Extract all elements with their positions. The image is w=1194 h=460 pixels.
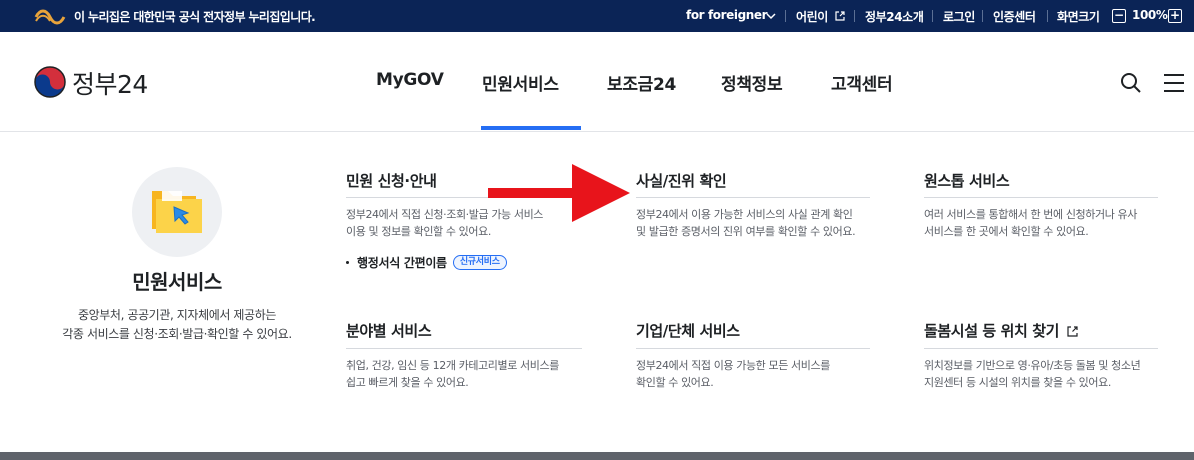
divider (346, 348, 582, 349)
section-description: 취업, 건강, 임신 등 12개 카테고리별로 서비스를 쉽고 빠르게 찾을 수… (346, 357, 586, 391)
civil-apply-guide-link[interactable]: 민원 신청·안내 (346, 170, 437, 191)
desc-line: 여러 서비스를 통합해서 한 번에 신청하거나 유사 (924, 208, 1137, 221)
nav-policy-info[interactable]: 정책정보 (721, 70, 783, 95)
fact-authenticity-check-link[interactable]: 사실/진위 확인 (636, 170, 727, 191)
desc-line: 확인할 수 있어요. (636, 376, 714, 389)
external-link-icon (835, 11, 845, 21)
external-link-icon (1067, 326, 1078, 337)
section-title-label: 돌봄시설 등 위치 찾기 (924, 322, 1060, 340)
desc-line: 취업, 건강, 임신 등 12개 카테고리별로 서비스를 (346, 359, 559, 372)
business-org-service-link[interactable]: 기업/단체 서비스 (636, 320, 740, 341)
government-mark-icon (34, 9, 66, 25)
zoom-in-button[interactable]: + (1168, 9, 1182, 23)
care-facility-locator-link[interactable]: 돌봄시설 등 위치 찾기 (924, 320, 1078, 341)
one-stop-service-link[interactable]: 원스톱 서비스 (924, 170, 1010, 191)
for-foreigner-link[interactable]: for foreigner (686, 8, 768, 22)
site-logo-text[interactable]: 정부24 (72, 65, 148, 101)
active-nav-indicator (481, 126, 581, 130)
section-description: 정부24에서 이용 가능한 서비스의 사실 관계 확인 및 발급한 증명서의 진… (636, 206, 886, 240)
screen-size-label: 화면크기 (1057, 10, 1100, 24)
bullet-icon (346, 261, 349, 264)
nav-civil-service[interactable]: 민원서비스 (482, 70, 559, 95)
folder-cursor-icon (152, 191, 202, 233)
sub-link-label: 행정서식 간편이름 (357, 256, 447, 270)
zoom-level: 100% (1132, 8, 1168, 22)
desc-line: 정부24에서 이용 가능한 서비스의 사실 관계 확인 (636, 208, 853, 221)
divider (854, 10, 855, 22)
section-description: 여러 서비스를 통합해서 한 번에 신청하거나 유사 서비스를 한 곳에서 확인… (924, 206, 1174, 240)
section-description: 위치정보를 기반으로 영·유아/초등 돌봄 및 청소년 지원센터 등 시설의 위… (924, 357, 1184, 391)
desc-line: 쉽고 빠르게 찾을 수 있어요. (346, 376, 469, 389)
page-footer-strip (0, 452, 1194, 460)
nav-mygov[interactable]: MyGOV (376, 70, 444, 90)
search-icon[interactable] (1120, 72, 1142, 94)
menu-description: 중앙부처, 공공기관, 지자체에서 제공하는 각종 서비스를 신청·조회·발급·… (0, 306, 354, 344)
divider (924, 348, 1158, 349)
divider (1047, 10, 1048, 22)
menu-illustration (132, 167, 222, 257)
official-site-notice: 이 누리집은 대한민국 공식 전자정부 누리집입니다. (74, 10, 316, 24)
menu-desc-line: 중앙부처, 공공기관, 지자체에서 제공하는 (78, 308, 276, 322)
login-link[interactable]: 로그인 (943, 8, 975, 25)
divider (932, 10, 933, 22)
about-gov24-link[interactable]: 정부24소개 (865, 8, 924, 25)
nav-subsidy24[interactable]: 보조금24 (607, 70, 676, 95)
kids-link[interactable]: 어린이 (796, 8, 828, 25)
category-service-link[interactable]: 분야별 서비스 (346, 320, 432, 341)
divider (982, 10, 983, 22)
new-service-badge: 신규서비스 (452, 255, 507, 270)
menu-title: 민원서비스 (132, 270, 222, 294)
hamburger-menu-icon[interactable] (1163, 72, 1185, 94)
zoom-out-button[interactable]: − (1112, 9, 1126, 23)
taegeuk-logo-icon[interactable] (34, 66, 66, 98)
divider (924, 197, 1158, 198)
divider (785, 10, 786, 22)
desc-line: 위치정보를 기반으로 영·유아/초등 돌봄 및 청소년 (924, 359, 1141, 372)
certificate-center-link[interactable]: 인증센터 (993, 8, 1036, 25)
section-description: 정부24에서 직접 이용 가능한 모든 서비스를 확인할 수 있어요. (636, 357, 886, 391)
desc-line: 및 발급한 증명서의 진위 여부를 확인할 수 있어요. (636, 225, 856, 238)
government-banner: 이 누리집은 대한민국 공식 전자정부 누리집입니다. for foreigne… (0, 0, 1194, 32)
desc-line: 정부24에서 직접 이용 가능한 모든 서비스를 (636, 359, 830, 372)
chevron-down-icon (766, 13, 776, 20)
menu-desc-line: 각종 서비스를 신청·조회·발급·확인할 수 있어요. (62, 327, 292, 341)
divider (636, 197, 870, 198)
divider (636, 348, 870, 349)
desc-line: 서비스를 한 곳에서 확인할 수 있어요. (924, 225, 1089, 238)
admin-form-easy-link[interactable]: 행정서식 간편이름 신규서비스 (346, 254, 507, 271)
desc-line: 지원센터 등 시설의 위치를 찾을 수 있어요. (924, 376, 1111, 389)
site-header: 정부24 MyGOV 민원서비스 보조금24 정책정보 고객센터 (0, 32, 1194, 132)
nav-customer-center[interactable]: 고객센터 (831, 70, 893, 95)
red-arrow-annotation (488, 164, 630, 222)
